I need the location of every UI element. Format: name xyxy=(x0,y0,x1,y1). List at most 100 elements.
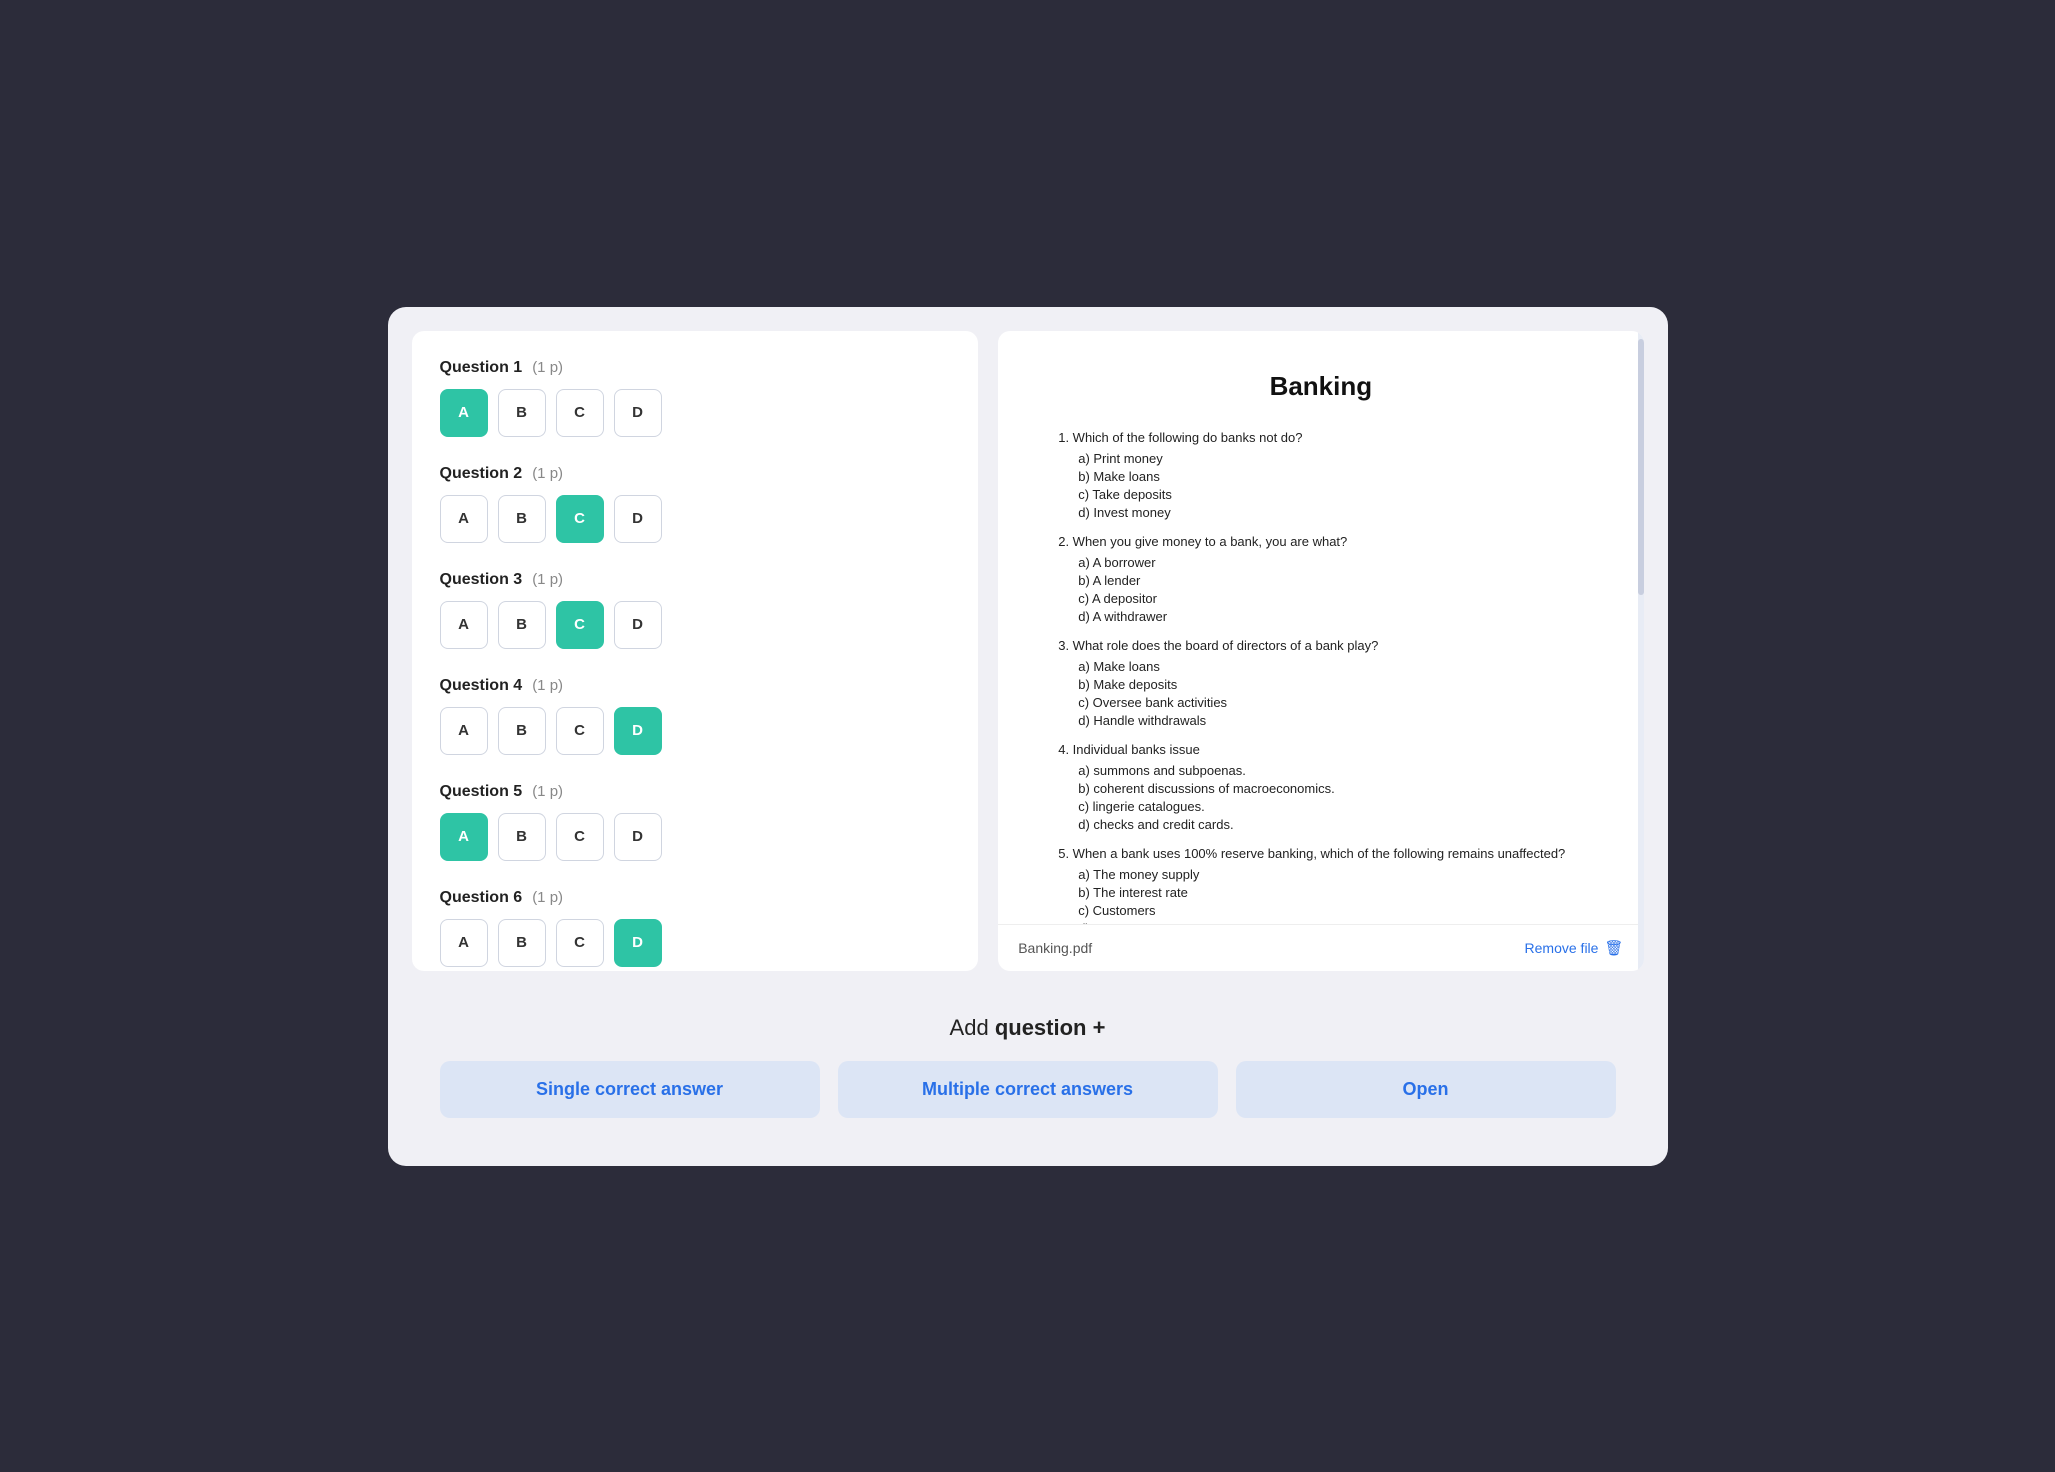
question-3-option-b[interactable]: B xyxy=(498,601,546,649)
question-6-option-d[interactable]: D xyxy=(614,919,662,967)
question-5-label: Question 5 xyxy=(440,783,523,801)
question-5-option-c[interactable]: C xyxy=(556,813,604,861)
pdf-question-4-text: 4. Individual banks issue xyxy=(1058,742,1583,757)
question-6-option-b[interactable]: B xyxy=(498,919,546,967)
question-5-header: Question 5 (1 p) xyxy=(440,783,951,801)
question-6-header: Question 6(1 p) xyxy=(440,889,951,907)
question-1-header: Question 1 (1 p) xyxy=(440,359,951,377)
question-3-options: ABCD xyxy=(440,601,951,649)
pdf-question-3: 3. What role does the board of directors… xyxy=(1058,638,1583,728)
pdf-content: Banking 1. Which of the following do ban… xyxy=(998,331,1643,924)
pdf-question-1-option-0: a) Print money xyxy=(1078,451,1583,466)
question-2-option-b[interactable]: B xyxy=(498,495,546,543)
top-panels: Question 1(1 p)ABCDQuestion 2(1 p)ABCDQu… xyxy=(412,331,1644,971)
remove-file-button[interactable]: Remove file 🗑 xyxy=(1525,939,1624,957)
pdf-question-1-option-2: c) Take deposits xyxy=(1078,487,1583,502)
question-5-points: (1 p) xyxy=(532,783,563,800)
question-row: Question 6(1 p) ABCD xyxy=(440,889,951,967)
pdf-filename: Banking.pdf xyxy=(1018,940,1092,956)
pdf-question-2-option-2: c) A depositor xyxy=(1078,591,1583,606)
pdf-question-4: 4. Individual banks issue a) summons and … xyxy=(1058,742,1583,832)
question-row: Question 1 (1 p) ABCD xyxy=(440,359,951,437)
add-question-section: Add question + Single correct answer Mult… xyxy=(412,991,1644,1142)
question-1-option-c[interactable]: C xyxy=(556,389,604,437)
question-1-option-a[interactable]: A xyxy=(440,389,488,437)
question-5-options: ABCD xyxy=(440,813,951,861)
question-3-option-c[interactable]: C xyxy=(556,601,604,649)
pdf-question-2-options: a) A borrower b) A lender c) A depositor d)… xyxy=(1058,555,1583,624)
question-2-points: (1 p) xyxy=(532,465,563,482)
pdf-footer: Banking.pdf Remove file 🗑 xyxy=(998,924,1643,971)
question-2-options: ABCD xyxy=(440,495,951,543)
question-4-option-a[interactable]: A xyxy=(440,707,488,755)
question-list-panel: Question 1(1 p)ABCDQuestion 2(1 p)ABCDQu… xyxy=(412,331,979,971)
question-type-buttons: Single correct answer Multiple correct an… xyxy=(432,1061,1624,1118)
question-row: Question 4 (1 p) ABCD xyxy=(440,677,951,755)
pdf-question-5-option-2: c) Customers xyxy=(1078,903,1583,918)
question-row: Question 3 (1 p) ABCD xyxy=(440,571,951,649)
pdf-question-1: 1. Which of the following do banks not d… xyxy=(1058,430,1583,520)
trash-icon: 🗑 xyxy=(1604,939,1623,957)
pdf-question-3-text: 3. What role does the board of directors… xyxy=(1058,638,1583,653)
question-1-label: Question 1 xyxy=(440,359,523,377)
question-5-option-a[interactable]: A xyxy=(440,813,488,861)
question-4-options: ABCD xyxy=(440,707,951,755)
pdf-question-4-option-2: c) lingerie catalogues. xyxy=(1078,799,1583,814)
question-4-label: Question 4 xyxy=(440,677,523,695)
question-3-header: Question 3 (1 p) xyxy=(440,571,951,589)
pdf-question-2: 2. When you give money to a bank, you ar… xyxy=(1058,534,1583,624)
pdf-viewer-panel: Banking 1. Which of the following do ban… xyxy=(998,331,1643,971)
pdf-question-4-option-1: b) coherent discussions of macroeconomic… xyxy=(1078,781,1583,796)
pdf-question-3-option-1: b) Make deposits xyxy=(1078,677,1583,692)
question-4-option-c[interactable]: C xyxy=(556,707,604,755)
question-3-label: Question 3 xyxy=(440,571,523,589)
question-1-option-b[interactable]: B xyxy=(498,389,546,437)
question-type-open-button[interactable]: Open xyxy=(1236,1061,1616,1118)
question-6-option-a[interactable]: A xyxy=(440,919,488,967)
question-2-option-a[interactable]: A xyxy=(440,495,488,543)
pdf-question-2-option-3: d) A withdrawer xyxy=(1078,609,1583,624)
scrollbar-thumb[interactable] xyxy=(1638,339,1644,595)
question-2-option-d[interactable]: D xyxy=(614,495,662,543)
pdf-question-5: 5. When a bank uses 100% reserve banking… xyxy=(1058,846,1583,924)
question-3-option-a[interactable]: A xyxy=(440,601,488,649)
question-type-single-button[interactable]: Single correct answer xyxy=(440,1061,820,1118)
pdf-question-5-text: 5. When a bank uses 100% reserve banking… xyxy=(1058,846,1583,861)
pdf-question-4-options: a) summons and subpoenas. b) coherent dis… xyxy=(1058,763,1583,832)
question-6-option-c[interactable]: C xyxy=(556,919,604,967)
question-4-points: (1 p) xyxy=(532,677,563,694)
pdf-question-2-text: 2. When you give money to a bank, you ar… xyxy=(1058,534,1583,549)
pdf-question-3-option-0: a) Make loans xyxy=(1078,659,1583,674)
pdf-question-1-option-3: d) Invest money xyxy=(1078,505,1583,520)
pdf-question-3-option-3: d) Handle withdrawals xyxy=(1078,713,1583,728)
pdf-question-4-option-0: a) summons and subpoenas. xyxy=(1078,763,1583,778)
question-2-header: Question 2(1 p) xyxy=(440,465,951,483)
question-3-points: (1 p) xyxy=(532,571,563,588)
question-4-header: Question 4 (1 p) xyxy=(440,677,951,695)
question-5-option-b[interactable]: B xyxy=(498,813,546,861)
pdf-question-1-options: a) Print money b) Make loans c) Take depos… xyxy=(1058,451,1583,520)
pdf-question-1-option-1: b) Make loans xyxy=(1078,469,1583,484)
pdf-question-1-text: 1. Which of the following do banks not d… xyxy=(1058,430,1583,445)
scrollbar-track[interactable] xyxy=(1638,331,1644,971)
main-container: Question 1(1 p)ABCDQuestion 2(1 p)ABCDQu… xyxy=(388,307,1668,1166)
pdf-question-2-option-0: a) A borrower xyxy=(1078,555,1583,570)
question-1-option-d[interactable]: D xyxy=(614,389,662,437)
question-2-option-c[interactable]: C xyxy=(556,495,604,543)
add-question-label: Add question + xyxy=(950,1015,1106,1041)
pdf-question-5-option-0: a) The money supply xyxy=(1078,867,1583,882)
question-type-multiple-button[interactable]: Multiple correct answers xyxy=(838,1061,1218,1118)
pdf-question-2-option-1: b) A lender xyxy=(1078,573,1583,588)
question-5-option-d[interactable]: D xyxy=(614,813,662,861)
pdf-question-5-option-1: b) The interest rate xyxy=(1078,885,1583,900)
remove-file-label: Remove file xyxy=(1525,940,1599,956)
question-6-options: ABCD xyxy=(440,919,951,967)
question-3-option-d[interactable]: D xyxy=(614,601,662,649)
question-4-option-d[interactable]: D xyxy=(614,707,662,755)
pdf-question-5-options: a) The money supply b) The interest rate c… xyxy=(1058,867,1583,924)
question-1-points: (1 p) xyxy=(532,359,563,376)
pdf-question-3-option-2: c) Oversee bank activities xyxy=(1078,695,1583,710)
question-4-option-b[interactable]: B xyxy=(498,707,546,755)
pdf-title: Banking xyxy=(1058,371,1583,402)
question-6-points: (1 p) xyxy=(532,889,563,906)
